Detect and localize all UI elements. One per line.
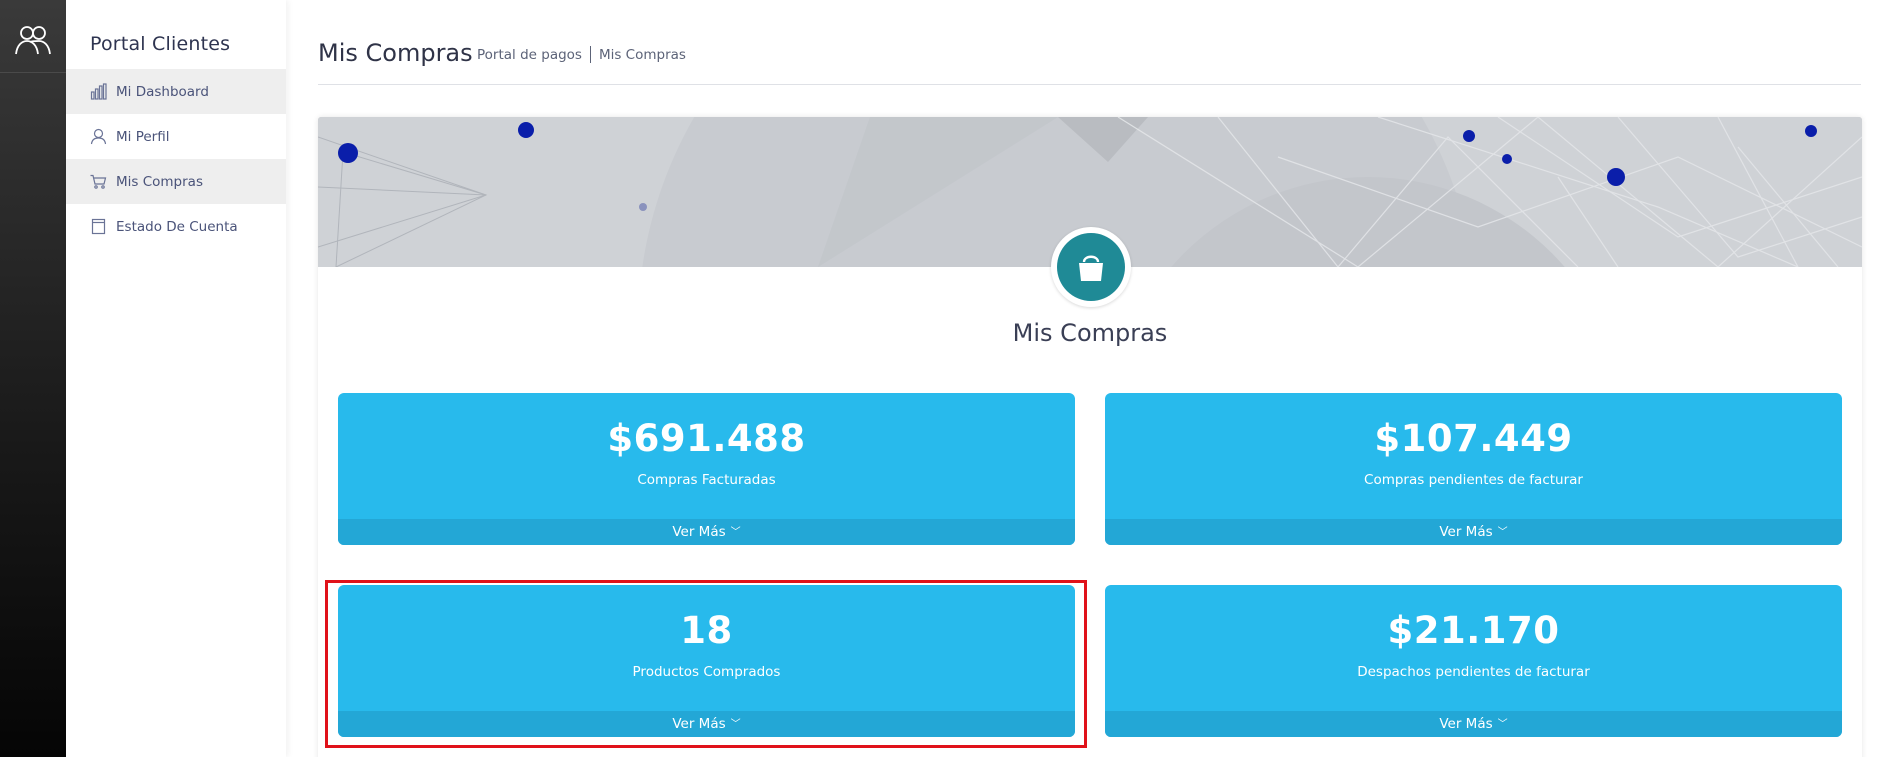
sidebar-item-label: Mis Compras: [116, 173, 203, 190]
stat-tile-despachos-pendientes: $21.170 Despachos pendientes de facturar…: [1105, 585, 1842, 737]
tile-value: 18: [680, 609, 733, 652]
avatar: [1051, 227, 1131, 307]
chevron-down-icon: ﹀: [730, 527, 741, 538]
tile-value: $21.170: [1387, 609, 1560, 652]
card-title: Mis Compras: [1012, 319, 1168, 347]
breadcrumb-separator: [589, 46, 591, 63]
sidebar-item-mis-compras[interactable]: Mis Compras: [66, 159, 286, 204]
stat-tile-productos-comprados: 18 Productos Comprados Ver Más ﹀: [338, 585, 1075, 737]
shopping-bag-icon: [1079, 255, 1103, 281]
stat-tile-compras-pendientes: $107.449 Compras pendientes de facturar …: [1105, 393, 1842, 545]
tile-value: $107.449: [1374, 417, 1573, 460]
tile-label: Despachos pendientes de facturar: [1357, 664, 1590, 680]
ver-mas-button[interactable]: Ver Más ﹀: [1105, 711, 1842, 737]
user-icon: [90, 128, 107, 145]
ver-mas-button[interactable]: Ver Más ﹀: [338, 711, 1075, 737]
avatar-circle: [1057, 233, 1125, 301]
tile-value: $691.488: [607, 417, 806, 460]
stat-tile-compras-facturadas: $691.488 Compras Facturadas Ver Más ﹀: [338, 393, 1075, 545]
ver-mas-label: Ver Más: [672, 716, 726, 732]
document-icon: [91, 218, 106, 235]
breadcrumb-item-mis-compras: Mis Compras: [598, 46, 686, 63]
sidebar: Portal Clientes Mi Dashboard Mi Perfil M…: [66, 0, 286, 757]
chevron-down-icon: ﹀: [1497, 527, 1508, 538]
sidebar-item-estado-de-cuenta[interactable]: Estado De Cuenta: [66, 204, 286, 249]
ver-mas-label: Ver Más: [672, 524, 726, 540]
sidebar-item-mi-perfil[interactable]: Mi Perfil: [66, 114, 286, 159]
header-divider: [318, 84, 1861, 85]
sidebar-item-label: Estado De Cuenta: [116, 218, 238, 235]
breadcrumb-item-portal-de-pagos[interactable]: Portal de pagos: [477, 47, 582, 63]
purchases-card: Mis Compras $691.488 Compras Facturadas …: [318, 117, 1862, 757]
tile-label: Compras pendientes de facturar: [1364, 472, 1583, 488]
sidebar-item-label: Mi Perfil: [116, 128, 170, 145]
sidebar-item-label: Mi Dashboard: [116, 83, 209, 100]
breadcrumb: Portal de pagos Mis Compras: [477, 46, 686, 63]
app-rail: [0, 0, 66, 757]
sidebar-nav: Mi Dashboard Mi Perfil Mis Compras Estad…: [66, 69, 286, 249]
ver-mas-label: Ver Más: [1439, 716, 1493, 732]
cart-icon: [90, 174, 107, 189]
chevron-down-icon: ﹀: [1497, 719, 1508, 730]
sidebar-item-mi-dashboard[interactable]: Mi Dashboard: [66, 69, 286, 114]
sidebar-title: Portal Clientes: [90, 33, 231, 55]
page-title: Mis Compras: [318, 39, 473, 67]
ver-mas-label: Ver Más: [1439, 524, 1493, 540]
users-icon[interactable]: [13, 20, 53, 60]
tile-label: Productos Comprados: [632, 664, 781, 680]
ver-mas-button[interactable]: Ver Más ﹀: [338, 519, 1075, 545]
bar-chart-icon: [90, 83, 107, 100]
chevron-down-icon: ﹀: [730, 719, 741, 730]
rail-divider: [0, 72, 66, 73]
tile-label: Compras Facturadas: [637, 472, 776, 488]
ver-mas-button[interactable]: Ver Más ﹀: [1105, 519, 1842, 545]
